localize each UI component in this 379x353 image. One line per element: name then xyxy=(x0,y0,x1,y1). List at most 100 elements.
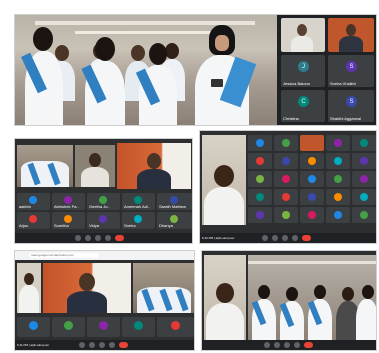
more-button[interactable] xyxy=(294,342,300,348)
participant-tile xyxy=(326,189,350,205)
participant-tile xyxy=(248,189,272,205)
classroom-video xyxy=(133,263,194,313)
participant-tile xyxy=(248,135,272,151)
present-button[interactable] xyxy=(99,342,105,348)
participant-tile xyxy=(248,207,272,223)
participant-tile xyxy=(300,207,324,223)
participant-tile: Dhanya xyxy=(157,212,192,229)
meeting-status: 6:12 PM | aiph-ekcq-vsn xyxy=(202,236,235,240)
leave-call-button[interactable] xyxy=(302,235,311,241)
camera-button[interactable] xyxy=(89,342,95,348)
participant-tile xyxy=(300,135,324,151)
participant-tile xyxy=(274,207,298,223)
mic-button[interactable] xyxy=(262,235,268,241)
participant-tile xyxy=(326,171,350,187)
address-bar[interactable]: meet.google.com/aiph-ekcq-vsn xyxy=(29,253,99,258)
participant-tile xyxy=(274,135,298,151)
avatar: J xyxy=(298,61,309,72)
speaker-video xyxy=(202,135,246,225)
more-button[interactable] xyxy=(109,342,115,348)
participant-tile: Sneha xyxy=(122,212,155,229)
participant-tile xyxy=(326,135,350,151)
camera-button[interactable] xyxy=(272,235,278,241)
phone-icon xyxy=(211,79,223,87)
participant-name: Jessica Baiono xyxy=(283,81,310,86)
participant-tile xyxy=(352,207,376,223)
participant-tile: Abhishek Pa.. xyxy=(52,193,85,210)
participant-name: Dhanya xyxy=(159,223,173,228)
participant-tile xyxy=(248,171,272,187)
meeting-panel-middle-left: aabhin Abhishek Pa.. Geetha Jo.. Ameenah… xyxy=(14,138,193,244)
present-button[interactable] xyxy=(95,235,101,241)
participant-name: Ameenah Adi.. xyxy=(124,204,151,209)
participant-tile: Arjun xyxy=(17,212,50,229)
participant-tile: S Shakthi Aggarwal xyxy=(328,90,374,122)
participant-name: Sumitha xyxy=(54,223,69,228)
mic-button[interactable] xyxy=(75,235,81,241)
classroom-video xyxy=(17,145,73,187)
avatar: S xyxy=(346,61,357,72)
participant-tile xyxy=(274,189,298,205)
participant-name: Abhishek Pa.. xyxy=(54,204,79,209)
host-video xyxy=(117,143,191,189)
participant-tile: Vidya xyxy=(87,212,120,229)
participant-tile xyxy=(300,189,324,205)
meeting-toolbar xyxy=(202,340,376,350)
participant-name: Geetha Jo.. xyxy=(89,204,110,209)
speaker-video xyxy=(204,255,246,343)
participant-tile xyxy=(52,317,85,337)
more-button[interactable] xyxy=(105,235,111,241)
participant-name: Christina xyxy=(283,116,299,121)
present-button[interactable] xyxy=(284,342,290,348)
meeting-toolbar: 6:11 PM | aiph-ekcq-vsn xyxy=(15,340,194,350)
avatar: S xyxy=(346,96,357,107)
participant-tile xyxy=(326,153,350,169)
classroom-video xyxy=(248,255,376,343)
meeting-toolbar xyxy=(15,233,192,243)
participant-name: Vidya xyxy=(89,223,99,228)
leave-call-button[interactable] xyxy=(115,235,124,241)
meeting-toolbar: 6:12 PM | aiph-ekcq-vsn xyxy=(200,233,376,243)
participant-name: Sneha Vhalkhi xyxy=(330,81,356,86)
host-video xyxy=(43,263,131,313)
participant-tile xyxy=(157,317,194,337)
participant-tile xyxy=(352,135,376,151)
participant-name: Sneha xyxy=(124,223,136,228)
participant-name: Arjun xyxy=(19,223,29,228)
participant-tile xyxy=(281,18,325,52)
participant-tile xyxy=(328,18,374,52)
meeting-status: 6:11 PM | aiph-ekcq-vsn xyxy=(17,343,50,347)
participant-name: Sarath Mathew xyxy=(159,204,186,209)
participant-tile xyxy=(122,317,155,337)
present-button[interactable] xyxy=(282,235,288,241)
participant-tile xyxy=(300,153,324,169)
mic-button[interactable] xyxy=(264,342,270,348)
participant-tile xyxy=(352,171,376,187)
meeting-panel-bottom-right xyxy=(201,250,377,351)
participant-tile xyxy=(352,189,376,205)
meeting-panel-top: J Jessica Baiono S Sneha Vhalkhi C Chris… xyxy=(14,14,377,126)
meeting-panel-bottom-left: meet.google.com/aiph-ekcq-vsn 6:11 PM | … xyxy=(14,250,195,351)
participant-tile: Sumitha xyxy=(52,212,85,229)
mic-button[interactable] xyxy=(79,342,85,348)
camera-button[interactable] xyxy=(85,235,91,241)
more-button[interactable] xyxy=(292,235,298,241)
participant-tile xyxy=(326,207,350,223)
leave-call-button[interactable] xyxy=(119,342,128,348)
participant-tile xyxy=(352,153,376,169)
meeting-panel-middle-right: 6:12 PM | aiph-ekcq-vsn xyxy=(199,130,377,244)
participant-tile xyxy=(300,171,324,187)
participant-tile: C Christina xyxy=(281,90,325,122)
participant-name: aabhin xyxy=(19,204,32,209)
participant-tile: Geetha Jo.. xyxy=(87,193,120,210)
participant-video xyxy=(75,145,115,187)
participant-tile: aabhin xyxy=(17,193,50,210)
participant-tile: Sarath Mathew xyxy=(157,193,192,210)
participant-tile xyxy=(17,317,50,337)
camera-button[interactable] xyxy=(274,342,280,348)
participant-video xyxy=(17,263,41,313)
leave-call-button[interactable] xyxy=(304,342,313,348)
participant-tile: S Sneha Vhalkhi xyxy=(328,55,374,87)
participant-tile xyxy=(274,171,298,187)
participant-tile xyxy=(87,317,120,337)
